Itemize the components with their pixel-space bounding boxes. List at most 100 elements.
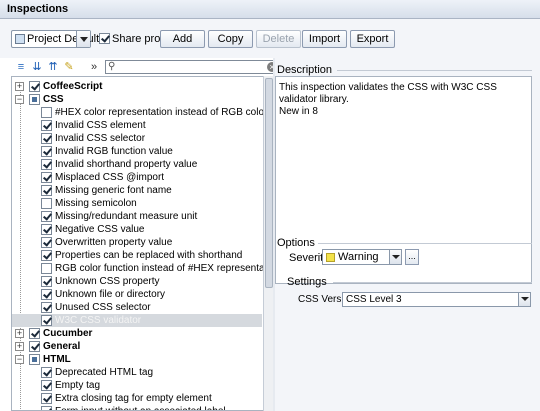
options-heading: Options xyxy=(277,237,315,249)
tree-inspection-row[interactable]: Invalid CSS selector xyxy=(12,132,262,145)
import-button[interactable]: Import xyxy=(302,30,347,48)
tree-inspection-row[interactable]: Extra closing tag for empty element xyxy=(12,392,262,405)
tree-toolbar: ≡ ⇊ ⇈ ✎ » ⚲ × xyxy=(11,58,280,76)
tree-row-label: Invalid RGB function value xyxy=(55,146,173,157)
tree-checkbox[interactable] xyxy=(41,276,52,287)
tree-checkbox[interactable] xyxy=(41,198,52,209)
tree-inspection-row[interactable]: Invalid CSS element xyxy=(12,119,262,132)
expand-toggle-icon[interactable]: + xyxy=(15,342,24,351)
inspections-tree[interactable]: + CoffeeScript − CSS #HEX color representati… xyxy=(11,76,273,411)
tree-category-row[interactable]: + CoffeeScript xyxy=(12,80,262,93)
top-toolbar: Project Default Share profile Add Copy D… xyxy=(0,19,540,58)
share-profile-checkbox[interactable] xyxy=(99,33,110,44)
tree-inspection-row[interactable]: Properties can be replaced with shorthan… xyxy=(12,249,262,262)
tree-checkbox[interactable] xyxy=(29,341,40,352)
tree-inspection-row[interactable]: #HEX color representation instead of RGB… xyxy=(12,106,272,119)
tree-checkbox[interactable] xyxy=(41,159,52,170)
tree-category-row[interactable]: − HTML xyxy=(12,353,262,366)
tree-inspection-row[interactable]: W3C CSS validator xyxy=(12,314,262,327)
tree-inspection-row[interactable]: Invalid RGB function value xyxy=(12,145,262,158)
copy-button[interactable]: Copy xyxy=(208,30,253,48)
css-version-value: CSS Level 3 xyxy=(346,294,402,305)
tree-checkbox[interactable] xyxy=(41,107,52,118)
tree-checkbox[interactable] xyxy=(41,211,52,222)
tree-checkbox[interactable] xyxy=(41,133,52,144)
options-separator xyxy=(318,243,532,244)
tree-checkbox[interactable] xyxy=(41,224,52,235)
tree-scrollbar[interactable] xyxy=(263,76,273,411)
tree-inspection-row[interactable]: Misplaced CSS @import xyxy=(12,171,262,184)
more-options-icon[interactable]: » xyxy=(87,61,101,73)
chevron-down-icon[interactable] xyxy=(518,293,530,306)
tree-row-label: CSS xyxy=(43,94,64,105)
tree-checkbox[interactable] xyxy=(41,367,52,378)
inspections-tree-panel: ≡ ⇊ ⇈ ✎ » ⚲ × + CoffeeScript − CSS #HEX colo… xyxy=(11,58,280,411)
tree-row-label: Empty tag xyxy=(55,380,101,391)
expand-all-icon[interactable]: ⇊ xyxy=(31,61,43,73)
tree-checkbox[interactable] xyxy=(41,250,52,261)
chevron-down-icon[interactable] xyxy=(76,31,90,47)
collapse-all-icon[interactable]: ⇈ xyxy=(47,61,59,73)
css-version-combo[interactable]: CSS Level 3 xyxy=(342,292,531,307)
search-input[interactable]: ⚲ × xyxy=(105,60,280,74)
tree-checkbox[interactable] xyxy=(29,94,40,105)
tree-checkbox[interactable] xyxy=(41,172,52,183)
tree-category-row[interactable]: + Cucumber xyxy=(12,327,262,340)
tree-inspection-row[interactable]: Missing semicolon xyxy=(12,197,262,210)
profile-icon xyxy=(15,34,25,44)
export-button[interactable]: Export xyxy=(350,30,395,48)
collapse-toggle-icon[interactable]: − xyxy=(15,355,24,364)
tree-inspection-row[interactable]: Overwritten property value xyxy=(12,236,262,249)
tree-row-label: Invalid CSS element xyxy=(55,120,146,131)
profile-combo[interactable]: Project Default xyxy=(11,30,99,48)
expand-toggle-icon[interactable]: + xyxy=(15,329,24,338)
tree-inspection-row[interactable]: Invalid shorthand property value xyxy=(12,158,262,171)
edit-severities-button[interactable]: ... xyxy=(405,249,419,265)
tree-inspection-row[interactable]: RGB color function instead of #HEX repre… xyxy=(12,262,272,275)
tree-checkbox[interactable] xyxy=(29,328,40,339)
tree-row-label: #HEX color representation instead of RGB… xyxy=(55,107,272,118)
chevron-down-icon[interactable] xyxy=(389,250,401,264)
tree-checkbox[interactable] xyxy=(41,406,52,410)
collapse-toggle-icon[interactable]: − xyxy=(15,95,24,104)
tree-row-label: Missing semicolon xyxy=(55,198,137,209)
tree-checkbox[interactable] xyxy=(41,302,52,313)
reset-icon[interactable]: ✎ xyxy=(63,61,75,73)
tree-inspection-row[interactable]: Deprecated HTML tag xyxy=(12,366,262,379)
tree-row-label: Unused CSS selector xyxy=(55,302,151,313)
expand-toggle-icon[interactable]: + xyxy=(15,82,24,91)
details-panel: Description This inspection validates th… xyxy=(275,58,540,411)
tree-checkbox[interactable] xyxy=(41,237,52,248)
tree-checkbox[interactable] xyxy=(41,146,52,157)
tree-row-label: CoffeeScript xyxy=(43,81,103,92)
tree-checkbox[interactable] xyxy=(41,120,52,131)
delete-button[interactable]: Delete xyxy=(256,30,301,48)
tree-row-label: Invalid CSS selector xyxy=(55,133,146,144)
tree-checkbox[interactable] xyxy=(41,263,52,274)
settings-separator xyxy=(333,282,532,283)
tree-category-row[interactable]: + General xyxy=(12,340,262,353)
tree-category-row[interactable]: − CSS xyxy=(12,93,262,106)
tree-scrollbar-thumb[interactable] xyxy=(265,78,273,288)
tree-inspection-row[interactable]: Empty tag xyxy=(12,379,262,392)
tree-checkbox[interactable] xyxy=(41,185,52,196)
tree-inspection-row[interactable]: Missing/redundant measure unit xyxy=(12,210,262,223)
tree-inspection-row[interactable]: Missing generic font name xyxy=(12,184,262,197)
tree-inspection-row[interactable]: Unused CSS selector xyxy=(12,301,262,314)
tree-checkbox[interactable] xyxy=(41,289,52,300)
tree-row-label: Overwritten property value xyxy=(55,237,173,248)
severity-combo[interactable]: Warning xyxy=(322,249,402,265)
tree-inspection-row[interactable]: Unknown file or directory xyxy=(12,288,262,301)
tree-inspection-row[interactable]: Form input without an associated label xyxy=(12,405,262,410)
tree-inspection-row[interactable]: Negative CSS value xyxy=(12,223,262,236)
tree-checkbox[interactable] xyxy=(41,380,52,391)
tree-checkbox[interactable] xyxy=(29,81,40,92)
add-button[interactable]: Add xyxy=(160,30,205,48)
description-separator xyxy=(337,70,532,71)
tree-row-label: Unknown CSS property xyxy=(55,276,160,287)
tree-checkbox[interactable] xyxy=(41,315,52,326)
tree-checkbox[interactable] xyxy=(29,354,40,365)
filter-icon[interactable]: ≡ xyxy=(15,61,27,73)
tree-inspection-row[interactable]: Unknown CSS property xyxy=(12,275,262,288)
tree-checkbox[interactable] xyxy=(41,393,52,404)
